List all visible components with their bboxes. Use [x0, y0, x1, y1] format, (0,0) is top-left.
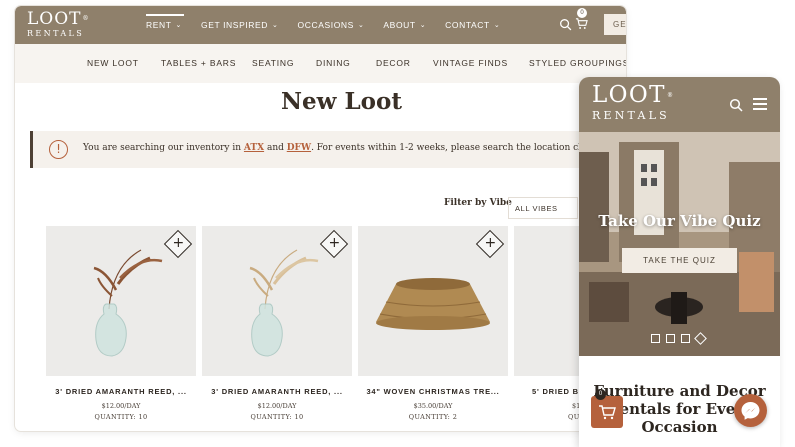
chevron-down-icon: ⌄ — [419, 22, 427, 29]
mobile-header: LOOT® RENTALS — [579, 77, 780, 132]
top-navigation-bar: LOOT® RENTALS RENT ⌄ GET INSPIRED ⌄ OCCASI… — [15, 6, 626, 44]
product-name: 3' DRIED AMARANTH REED, ... — [211, 387, 343, 396]
cart-button[interactable]: 0 — [575, 8, 589, 31]
product-quantity: QUANTITY: 10 — [250, 413, 304, 421]
subnav-tables-bars[interactable]: TABLES + BARS — [161, 58, 236, 68]
messenger-icon — [741, 402, 760, 420]
search-icon[interactable] — [729, 98, 743, 112]
product-name: 34" WOVEN CHRISTMAS TRE... — [366, 387, 500, 396]
loot-rentals-logo[interactable]: LOOT® RENTALS — [592, 83, 674, 123]
cart-icon — [599, 405, 616, 420]
exclamation-icon: ! — [49, 140, 68, 159]
product-card[interactable]: + 3' DRIED AMARANTH REED, ... $12.00/DAY… — [202, 226, 352, 431]
hamburger-menu-icon[interactable] — [753, 98, 767, 111]
main-nav: RENT ⌄ GET INSPIRED ⌄ OCCASIONS ⌄ ABOUT ⌄ CO… — [146, 6, 519, 44]
search-icon[interactable] — [559, 18, 572, 31]
product-price: $12.00/DAY — [101, 402, 141, 410]
mobile-viewport: LOOT® RENTALS Take Our Vibe Quiz TAKE TH… — [579, 77, 780, 447]
carousel-dot-active[interactable] — [694, 332, 707, 345]
vibe-filter-select[interactable]: ALL VIBES — [508, 197, 578, 219]
nav-occasions[interactable]: OCCASIONS ⌄ — [298, 6, 365, 44]
cart-icon — [575, 18, 588, 29]
take-quiz-button[interactable]: TAKE THE QUIZ — [622, 248, 737, 273]
nav-contact[interactable]: CONTACT ⌄ — [445, 6, 500, 44]
carousel-dot[interactable] — [651, 334, 660, 343]
logo-subtitle: RENTALS — [592, 109, 670, 122]
subnav-styled-groupings[interactable]: STYLED GROUPINGS — [529, 58, 626, 68]
chevron-down-icon: ⌄ — [357, 22, 365, 29]
logo-wordmark: LOOT® — [592, 82, 675, 108]
loot-rentals-logo[interactable]: LOOT® RENTALS — [27, 10, 90, 40]
atx-link[interactable]: ATX — [244, 143, 264, 153]
floating-cart-button[interactable]: 0 — [591, 389, 623, 428]
carousel-dot[interactable] — [681, 334, 690, 343]
logo-subtitle: RENTALS — [27, 29, 85, 38]
subnav-decor[interactable]: DECOR — [376, 58, 411, 68]
carousel-dot[interactable] — [666, 334, 675, 343]
product-name: 3' DRIED AMARANTH REED, ... — [55, 387, 187, 396]
dfw-link[interactable]: DFW — [287, 143, 311, 153]
subnav-new-loot[interactable]: NEW LOOT — [87, 58, 139, 68]
logo-wordmark: LOOT® — [27, 9, 90, 29]
carousel-dots — [651, 332, 711, 345]
nav-rent[interactable]: RENT ⌄ — [146, 6, 185, 44]
chevron-down-icon: ⌄ — [272, 22, 279, 29]
alert-message: You are searching our inventory in ATX a… — [83, 143, 617, 153]
messenger-chat-button[interactable] — [734, 394, 767, 427]
product-price: $12.00/DAY — [257, 402, 297, 410]
subnav-seating[interactable]: SEATING — [252, 58, 294, 68]
chevron-down-icon: ⌄ — [175, 22, 183, 29]
hero-title: Take Our Vibe Quiz — [598, 212, 761, 230]
cart-count-badge: 0 — [595, 389, 606, 400]
cart-count-badge: 0 — [577, 8, 587, 18]
product-card[interactable]: + 3' DRIED AMARANTH REED, ... $12.00/DAY… — [46, 226, 196, 431]
get-quote-button[interactable]: GE — [604, 14, 626, 35]
chevron-down-icon: ⌄ — [493, 22, 501, 29]
vibe-quiz-hero: Take Our Vibe Quiz TAKE THE QUIZ — [579, 132, 780, 356]
product-quantity: QUANTITY: 10 — [94, 413, 148, 421]
product-card[interactable]: + 34" WOVEN CHRISTMAS TRE... $35.00/DAY … — [358, 226, 508, 431]
product-price: $35.00/DAY — [413, 402, 453, 410]
category-subnav: NEW LOOT TABLES + BARS SEATING DINING DE… — [15, 44, 626, 83]
header-icons: 0 — [559, 8, 589, 31]
subnav-vintage-finds[interactable]: VINTAGE FINDS — [433, 58, 508, 68]
hero-background-image — [579, 132, 780, 356]
nav-get-inspired[interactable]: GET INSPIRED ⌄ — [201, 6, 279, 44]
subnav-dining[interactable]: DINING — [316, 58, 351, 68]
location-alert: ! You are searching our inventory in ATX… — [30, 131, 630, 168]
nav-about[interactable]: ABOUT ⌄ — [383, 6, 426, 44]
product-quantity: QUANTITY: 2 — [408, 413, 458, 421]
filter-label: Filter by Vibe — [444, 198, 512, 208]
